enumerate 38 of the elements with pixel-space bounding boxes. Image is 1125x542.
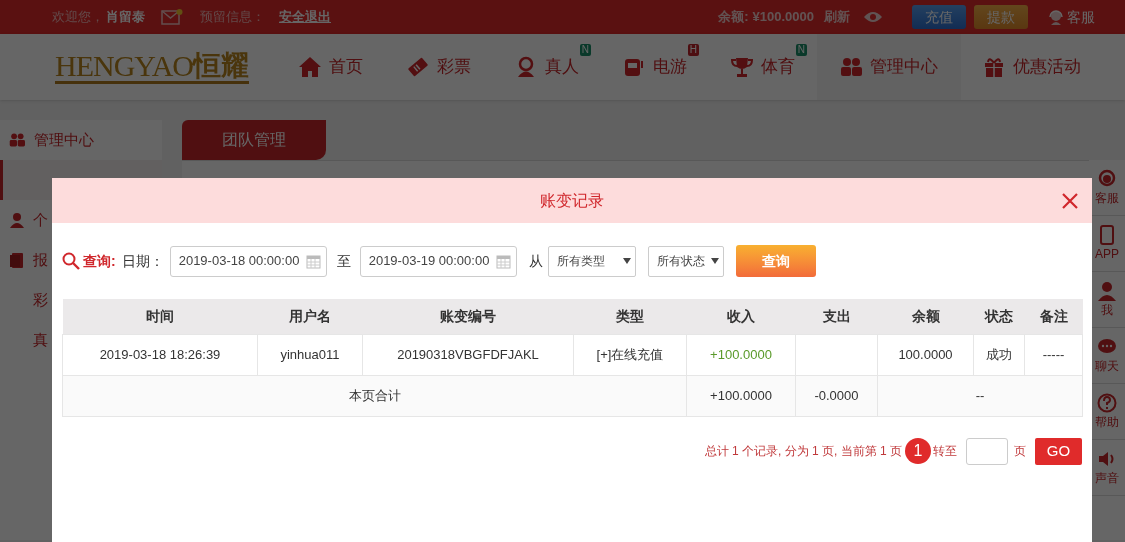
column-header: 用户名 [257, 299, 363, 334]
table-cell: 20190318VBGFDFJAKL [397, 346, 539, 362]
logo-text: 恒耀 [193, 50, 249, 81]
balance-text: ¥100.0000 [752, 8, 814, 27]
column-header: 收入 [686, 299, 796, 334]
total-cell: +100.0000 [710, 387, 772, 403]
page-unit-label: 页 [1014, 443, 1026, 460]
table-cell: 100.0000 [898, 346, 953, 362]
column-header: 账变编号 [362, 299, 574, 334]
badge: N [579, 44, 591, 57]
column-header: 时间 [62, 299, 258, 334]
badge: H [687, 44, 699, 57]
table-cell: 2019-03-18 18:26:39 [99, 346, 221, 362]
username-text: 肖留泰 [106, 8, 145, 27]
to-label: 至 [336, 251, 351, 271]
table-cell: 成功 [986, 346, 1012, 362]
date-label: 日期： [121, 251, 164, 271]
total-cell: -- [975, 387, 985, 403]
logo-text: HENGYAO [55, 50, 193, 81]
badge: N [795, 44, 807, 57]
table-cell: yinhua011 [280, 346, 340, 362]
total-cell: -0.0000 [814, 387, 859, 403]
query-label: 查询: [83, 251, 116, 271]
column-header: 类型 [573, 299, 687, 334]
from-label: 从 [528, 251, 543, 271]
column-header: 支出 [795, 299, 878, 334]
pagination-summary: 总计 1 个记录, 分为 1 页, 当前第 1 页 [704, 443, 902, 460]
table-cell: [+]在线充值 [596, 346, 664, 362]
balance-label: 余额: [718, 8, 749, 27]
sidebar-title: 管理中心 [34, 129, 94, 150]
table-cell: ----- [1042, 346, 1065, 362]
table-cell: +100.0000 [710, 346, 772, 362]
column-header: 备注 [1024, 299, 1083, 334]
column-header: 余额 [877, 299, 974, 334]
total-label: 本页合计 [348, 387, 401, 403]
column-header: 状态 [973, 299, 1025, 334]
dialog-title: 账变记录 [540, 190, 604, 211]
goto-label: 转至 [933, 443, 957, 460]
